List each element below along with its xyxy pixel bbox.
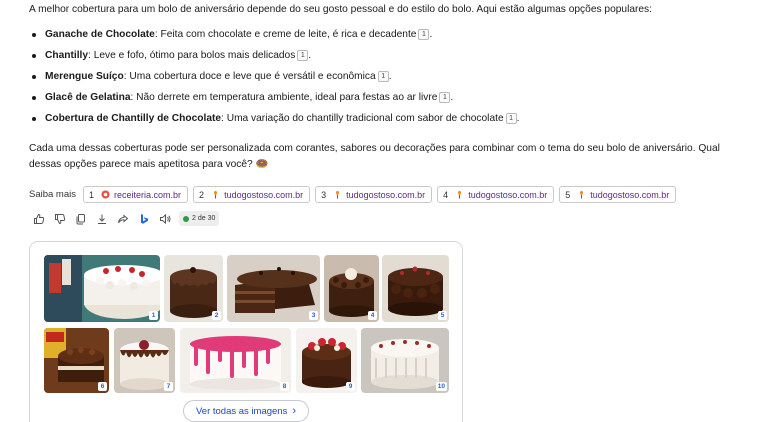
- share-icon[interactable]: [116, 212, 130, 226]
- closing-text: Cada uma dessas coberturas pode ser pers…: [29, 143, 720, 170]
- image-number-badge: 6: [98, 382, 107, 391]
- source-domain: tudogostoso.com.br: [346, 189, 426, 200]
- item-title: Ganache de Chocolate: [45, 29, 155, 40]
- image-number-badge: 9: [346, 382, 355, 391]
- gallery-image-10[interactable]: 10: [361, 328, 449, 393]
- source-number: 3: [321, 189, 327, 200]
- item-end: .: [516, 113, 520, 124]
- item-title: Chantilly: [45, 50, 89, 61]
- tudogostoso-favicon-icon: [580, 190, 584, 199]
- citation-badge[interactable]: 1: [505, 113, 517, 124]
- source-domain: receiteria.com.br: [114, 189, 182, 200]
- list-item: Chantilly: Leve e fofo, ótimo para bolos…: [29, 49, 519, 70]
- list-item: Ganache de Chocolate: Feita com chocolat…: [29, 28, 519, 49]
- item-title: Cobertura de Chantilly de Chocolate: [45, 113, 222, 124]
- item-end: .: [308, 50, 312, 61]
- gallery-image-7[interactable]: 7: [114, 328, 175, 393]
- gallery-image-6[interactable]: 6: [44, 328, 109, 393]
- source-number: 1: [89, 189, 95, 200]
- item-title: Glacê de Gelatina: [45, 92, 131, 103]
- thumbs-down-icon[interactable]: [53, 212, 67, 226]
- receiteria-favicon-icon: [101, 190, 110, 199]
- learn-more-label: Saiba mais: [29, 189, 76, 200]
- learn-more-bar: Saiba mais 1 receiteria.com.br 2 tudogosto…: [29, 186, 677, 203]
- view-all-images-button[interactable]: Ver todas as imagens ›: [183, 400, 309, 422]
- item-end: .: [388, 71, 392, 82]
- source-number: 5: [565, 189, 571, 200]
- source-link-3[interactable]: 3 tudogostoso.com.br: [315, 186, 433, 203]
- gallery-image-4[interactable]: 4: [324, 255, 379, 322]
- gallery-image-3[interactable]: 3: [227, 255, 320, 322]
- item-text: : Leve e fofo, ótimo para bolos mais del…: [88, 50, 296, 61]
- thumbs-up-icon[interactable]: [32, 212, 46, 226]
- source-link-5[interactable]: 5 tudogostoso.com.br: [559, 186, 677, 203]
- image-gallery-card: 1 2 3 4 5 6 7 8 9 10 Ver todas as imagen…: [29, 241, 463, 422]
- list-item: Glacê de Gelatina: Não derrete em temper…: [29, 91, 519, 112]
- gallery-image-8[interactable]: 8: [180, 328, 291, 393]
- gallery-image-1[interactable]: 1: [44, 255, 160, 322]
- source-domain: tudogostoso.com.br: [468, 189, 548, 200]
- source-domain: tudogostoso.com.br: [224, 189, 304, 200]
- view-all-label: Ver todas as imagens: [195, 405, 288, 417]
- topping-list: Ganache de Chocolate: Feita com chocolat…: [29, 28, 519, 133]
- image-number-badge: 4: [368, 311, 377, 320]
- citation-badge[interactable]: 1: [297, 50, 309, 61]
- copy-icon[interactable]: [74, 212, 88, 226]
- speaker-icon[interactable]: [158, 212, 172, 226]
- source-link-1[interactable]: 1 receiteria.com.br: [83, 186, 189, 203]
- image-number-badge: 8: [280, 382, 289, 391]
- tudogostoso-favicon-icon: [458, 190, 462, 199]
- image-number-badge: 7: [164, 382, 173, 391]
- intro-text: A melhor cobertura para um bolo de anive…: [29, 4, 652, 15]
- item-text: : Uma cobertura doce e leve que é versát…: [123, 71, 376, 82]
- gallery-image-2[interactable]: 2: [164, 255, 223, 322]
- source-domain: tudogostoso.com.br: [590, 189, 670, 200]
- counter-text: 2 de 30: [192, 215, 216, 222]
- download-icon[interactable]: [95, 212, 109, 226]
- gallery-image-5[interactable]: 5: [382, 255, 449, 322]
- image-number-badge: 10: [435, 382, 447, 391]
- gallery-image-9[interactable]: 9: [296, 328, 357, 393]
- image-number-badge: 1: [149, 311, 158, 320]
- item-end: .: [450, 92, 454, 103]
- citation-badge[interactable]: 1: [418, 29, 430, 40]
- bing-icon[interactable]: [137, 212, 151, 226]
- item-text: : Não derrete em temperatura ambiente, i…: [130, 92, 438, 103]
- tudogostoso-favicon-icon: [214, 190, 218, 199]
- status-dot: [183, 215, 189, 222]
- list-item: Cobertura de Chantilly de Chocolate: Uma…: [29, 112, 519, 133]
- source-link-2[interactable]: 2 tudogostoso.com.br: [193, 186, 311, 203]
- item-text: : Uma variação do chantilly tradicional …: [221, 113, 504, 124]
- tudogostoso-favicon-icon: [336, 190, 340, 199]
- list-item: Merengue Suíço: Uma cobertura doce e lev…: [29, 70, 519, 91]
- response-counter: 2 de 30: [179, 211, 220, 226]
- message-actions: 2 de 30: [32, 211, 220, 226]
- item-title: Merengue Suíço: [45, 71, 124, 82]
- chevron-right-icon: ›: [292, 405, 297, 417]
- source-number: 4: [443, 189, 449, 200]
- citation-badge[interactable]: 1: [377, 71, 389, 82]
- source-link-4[interactable]: 4 tudogostoso.com.br: [437, 186, 555, 203]
- image-number-badge: 2: [212, 311, 221, 320]
- image-number-badge: 3: [309, 311, 318, 320]
- item-text: : Feita com chocolate e creme de leite, …: [154, 29, 417, 40]
- citation-badge[interactable]: 1: [439, 92, 451, 103]
- item-end: .: [429, 29, 433, 40]
- image-number-badge: 5: [438, 311, 447, 320]
- source-number: 2: [199, 189, 205, 200]
